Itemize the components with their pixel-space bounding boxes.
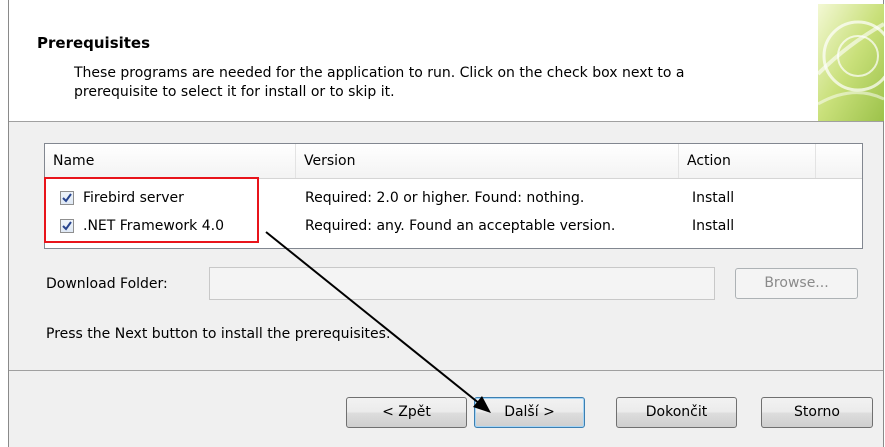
- annotation-arrow-icon: [265, 231, 491, 413]
